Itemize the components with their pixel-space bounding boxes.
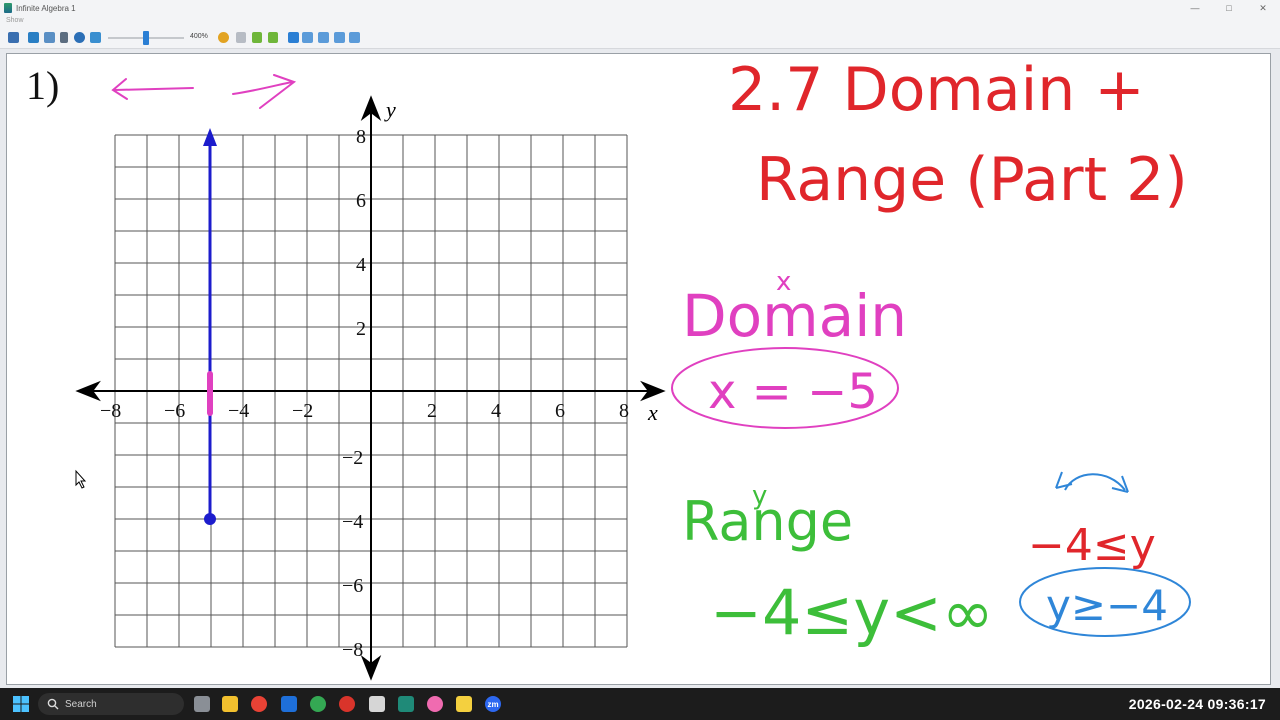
range-answer: −4≤y<∞: [710, 576, 994, 649]
outlook-icon[interactable]: [281, 696, 297, 712]
swap-arrows-annotation: [1055, 471, 1129, 493]
file-explorer-icon[interactable]: [222, 696, 238, 712]
range-label: Range: [682, 490, 853, 553]
clock: 2026-02-24 09:36:17: [1128, 696, 1266, 712]
problem-number: 1): [26, 63, 59, 108]
chrome-profile-icon[interactable]: [310, 696, 326, 712]
y-tick-8: 8: [356, 126, 366, 148]
x-tick-8: 8: [619, 400, 629, 422]
horizontal-arrows-annotation: [111, 74, 297, 109]
y-tick-neg4: −4: [342, 511, 363, 533]
x-tick-4: 4: [491, 400, 501, 422]
y-axis-label: y: [384, 97, 396, 122]
rewritten-inequality: y≥−4: [1046, 581, 1168, 630]
y-tick-4: 4: [356, 254, 366, 276]
handwritten-notes: 2.7 Domain + Range (Part 2) x Domain x =…: [671, 55, 1191, 649]
x-tick-6: 6: [555, 400, 565, 422]
x-tick-neg8: −8: [100, 400, 121, 422]
chrome-icon[interactable]: [251, 696, 267, 712]
infinite-algebra-icon[interactable]: [398, 696, 414, 712]
zoom-app-icon[interactable]: zm: [485, 696, 501, 712]
browser-icon[interactable]: [339, 696, 355, 712]
y-tick-2: 2: [356, 318, 366, 340]
taskbar: Search zm 2026-02-24 09:36:17: [0, 688, 1280, 720]
x-axis-label: x: [647, 400, 658, 425]
taskbar-search[interactable]: Search: [38, 693, 184, 715]
domain-answer: x = −5: [708, 364, 878, 420]
music-icon[interactable]: [427, 696, 443, 712]
windows-start-icon[interactable]: [13, 696, 29, 712]
search-icon: [47, 698, 59, 710]
search-placeholder: Search: [65, 698, 97, 710]
axes: [75, 95, 666, 681]
side-inequality: −4≤y: [1028, 520, 1156, 571]
x-tick-2: 2: [427, 400, 437, 422]
y-tick-neg6: −6: [342, 575, 363, 597]
mouse-cursor-icon: [75, 469, 87, 489]
ray-endpoint: [204, 513, 216, 525]
tools-icon[interactable]: [369, 696, 385, 712]
y-tick-neg2: −2: [342, 447, 363, 469]
y-tick-neg8: −8: [342, 639, 363, 661]
x-tick-neg2: −2: [292, 400, 313, 422]
ray-arrowhead: [203, 128, 217, 146]
domain-label: Domain: [682, 282, 907, 350]
note-title-line2: Range (Part 2): [756, 145, 1188, 215]
y-tick-6: 6: [356, 190, 366, 212]
notes-icon[interactable]: [456, 696, 472, 712]
task-view-icon[interactable]: [194, 696, 210, 712]
note-title-line1: 2.7 Domain +: [728, 55, 1145, 125]
x-tick-neg6: −6: [164, 400, 185, 422]
worksheet-drawing: 1) y x −8 −6 −4 −2 2 4 6 8 8 6 4 2 −2 −4…: [26, 55, 1191, 681]
x-tick-neg4: −4: [228, 400, 249, 422]
